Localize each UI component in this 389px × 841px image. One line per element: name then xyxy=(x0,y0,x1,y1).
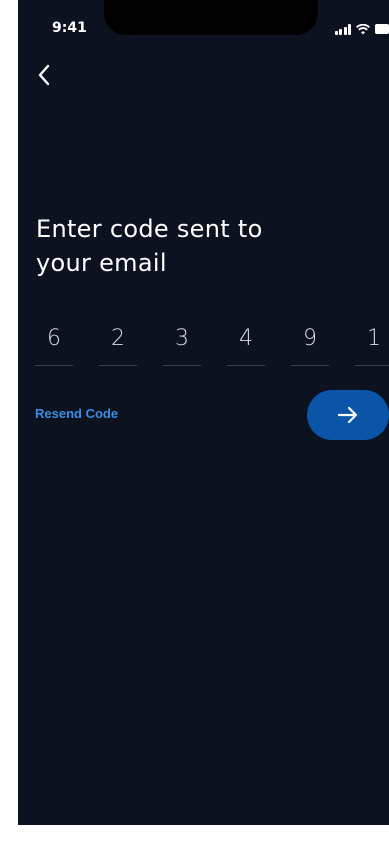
back-button[interactable] xyxy=(32,60,56,90)
code-digit-value: 3 xyxy=(175,326,189,351)
device-notch xyxy=(104,0,318,35)
code-digit-6[interactable]: 1 xyxy=(355,320,389,366)
chevron-left-icon xyxy=(38,64,50,86)
code-digit-3[interactable]: 3 xyxy=(163,320,201,366)
code-digit-5[interactable]: 9 xyxy=(291,320,329,366)
code-digit-value: 1 xyxy=(367,326,381,351)
code-digit-value: 6 xyxy=(47,326,61,351)
code-digit-4[interactable]: 4 xyxy=(227,320,265,366)
arrow-right-icon xyxy=(337,406,358,424)
status-icons xyxy=(334,22,389,36)
page-title: Enter code sent to your email xyxy=(36,215,263,277)
battery-icon xyxy=(375,24,389,34)
code-digit-2[interactable]: 2 xyxy=(99,320,137,366)
code-digit-value: 4 xyxy=(239,326,253,351)
status-time: 9:41 xyxy=(52,20,87,36)
code-digit-value: 9 xyxy=(303,326,317,351)
next-button[interactable] xyxy=(307,390,389,440)
verification-code-input[interactable]: 6 2 3 4 9 1 xyxy=(35,320,389,366)
resend-code-link[interactable]: Resend Code xyxy=(35,406,118,421)
cellular-signal-icon xyxy=(334,23,351,35)
code-digit-value: 2 xyxy=(111,326,125,351)
code-digit-1[interactable]: 6 xyxy=(35,320,73,366)
wifi-icon xyxy=(356,23,370,34)
phone-screen: 9:41 Enter code sent to your email 6 2 3… xyxy=(18,0,389,825)
